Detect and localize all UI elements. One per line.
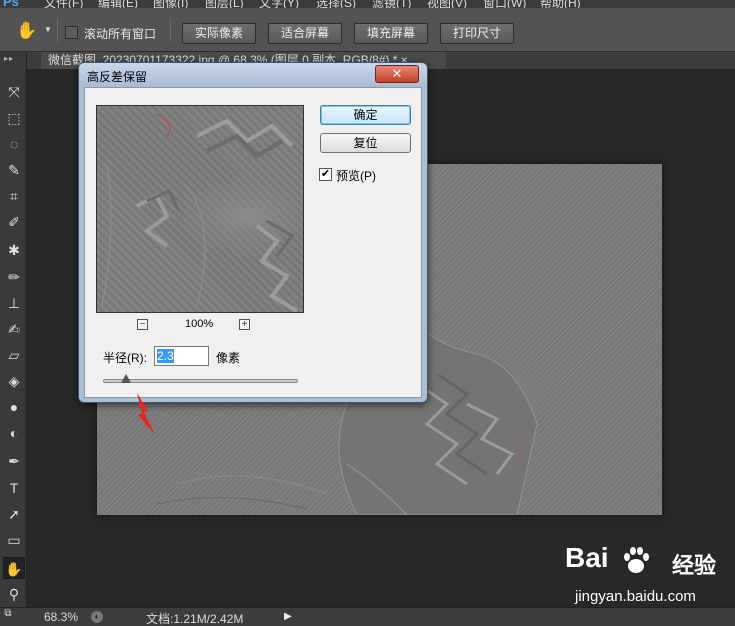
quick-selection-icon[interactable]: ✎ <box>3 159 25 181</box>
dialog-title: 高反差保留 <box>87 70 148 84</box>
high-pass-dialog: 高反差保留 ✕ − 100% + 确定 复位 ✔ 预览(P) 半径(R): 2.… <box>78 62 428 403</box>
pen-icon[interactable]: ✒ <box>3 450 25 472</box>
radius-input[interactable]: 2.3 <box>154 346 209 366</box>
rectangle-icon[interactable]: ▭ <box>3 529 25 551</box>
menu-filter[interactable]: 滤镜(T) <box>372 0 411 8</box>
radius-unit-label: 像素 <box>216 351 241 365</box>
options-separator <box>57 18 58 42</box>
preview-zoom-level: 100% <box>185 318 214 330</box>
radius-label: 半径(R): <box>103 351 147 365</box>
red-annotation-arrow-icon <box>137 393 155 435</box>
fit-screen-button[interactable]: 适合屏幕 <box>268 23 342 44</box>
scroll-all-windows-checkbox[interactable] <box>65 26 78 39</box>
menu-bar: Ps 文件(F) 编辑(E) 图像(I) 图层(L) 文字(Y) 选择(S) 滤… <box>0 0 735 8</box>
path-selection-icon[interactable]: ➚ <box>3 503 25 525</box>
status-menu-arrow-icon[interactable]: ▶ <box>284 611 292 622</box>
history-brush-icon[interactable]: ✍ <box>3 318 25 340</box>
menu-type[interactable]: 文字(Y) <box>259 0 299 8</box>
menu-layer[interactable]: 图层(L) <box>205 0 244 8</box>
hand-icon[interactable]: ✋ <box>16 21 37 41</box>
preview-image-texture <box>101 113 299 312</box>
options-separator <box>170 18 171 42</box>
type-icon[interactable]: T <box>3 477 25 499</box>
tool-preset-dropdown-icon[interactable]: ▼ <box>44 25 52 34</box>
brush-icon[interactable]: ✏ <box>3 266 25 288</box>
crop-icon[interactable]: ⌗ <box>3 185 25 207</box>
fill-screen-button[interactable]: 填充屏幕 <box>354 23 428 44</box>
photoshop-window: Ps 文件(F) 编辑(E) 图像(I) 图层(L) 文字(Y) 选择(S) 滤… <box>0 0 735 626</box>
document-size-info: 文档:1.21M/2.42M <box>146 612 244 626</box>
dodge-icon[interactable]: ◐ <box>3 422 25 444</box>
eraser-icon[interactable]: ▱ <box>3 344 25 366</box>
watermark-logo: Bai <box>565 542 609 573</box>
watermark-url: jingyan.baidu.com <box>575 588 696 605</box>
zoom-out-button[interactable]: − <box>137 319 148 330</box>
ok-button[interactable]: 确定 <box>320 105 411 125</box>
zoom-level[interactable]: 68.3% <box>44 610 78 624</box>
menu-file[interactable]: 文件(F) <box>44 0 83 8</box>
dialog-titlebar[interactable]: 高反差保留 ✕ <box>79 63 427 87</box>
status-grip-icon: ⧉ <box>4 608 12 619</box>
status-info-icon[interactable]: ◐ <box>91 611 103 623</box>
radius-slider-track[interactable] <box>103 379 298 383</box>
paint-bucket-icon[interactable]: ◈ <box>3 370 25 392</box>
print-size-button[interactable]: 打印尺寸 <box>440 23 514 44</box>
dialog-body: − 100% + 确定 复位 ✔ 预览(P) 半径(R): 2.3 像素 <box>84 87 422 398</box>
baidu-paw-icon <box>624 547 649 573</box>
menu-edit[interactable]: 编辑(E) <box>98 0 138 8</box>
marquee-icon[interactable]: ⬚ <box>3 107 25 129</box>
preview-checkbox[interactable]: ✔ <box>319 168 332 181</box>
clone-stamp-icon[interactable]: ⊥ <box>3 292 25 314</box>
radius-slider-thumb[interactable] <box>121 374 132 383</box>
move-icon[interactable]: ⤧ <box>3 81 25 103</box>
options-bar: ✋ ▼ 滚动所有窗口 实际像素 适合屏幕 填充屏幕 打印尺寸 <box>0 8 735 52</box>
menu-help[interactable]: 帮助(H) <box>540 0 581 8</box>
menu-image[interactable]: 图像(I) <box>153 0 188 8</box>
reset-button[interactable]: 复位 <box>320 133 411 153</box>
hand-tool-active-icon[interactable]: ✋ <box>3 557 25 579</box>
menu-view[interactable]: 视图(V) <box>427 0 467 8</box>
actual-pixels-button[interactable]: 实际像素 <box>182 23 256 44</box>
zoom-icon[interactable]: ⚲ <box>3 583 25 605</box>
preview-label: 预览(P) <box>336 169 376 183</box>
filter-preview[interactable] <box>96 105 304 313</box>
baidu-jingyan-watermark: Bai 经验 jingyan.baidu.com <box>565 542 730 610</box>
ps-logo: Ps <box>3 0 19 8</box>
lasso-icon[interactable]: ◌ <box>3 133 25 155</box>
zoom-in-button[interactable]: + <box>239 319 250 330</box>
healing-brush-icon[interactable]: ✱ <box>3 239 25 261</box>
close-button[interactable]: ✕ <box>375 65 419 83</box>
menu-select[interactable]: 选择(S) <box>316 0 356 8</box>
menu-window[interactable]: 窗口(W) <box>483 0 526 8</box>
panel-grip-icon[interactable]: ▸▸ <box>4 54 14 63</box>
blur-icon[interactable]: ● <box>3 396 25 418</box>
scroll-all-windows-label: 滚动所有窗口 <box>84 27 157 41</box>
radius-value: 2.3 <box>157 349 174 363</box>
eyedropper-icon[interactable]: ✐ <box>3 211 25 233</box>
tools-panel: ▸▸ ⤧ ⬚ ◌ ✎ ⌗ ✐ ✱ ✏ ⊥ ✍ ▱ ◈ ● ◐ ✒ T ➚ ▭ ✋… <box>0 52 27 607</box>
watermark-suffix: 经验 <box>672 553 717 578</box>
